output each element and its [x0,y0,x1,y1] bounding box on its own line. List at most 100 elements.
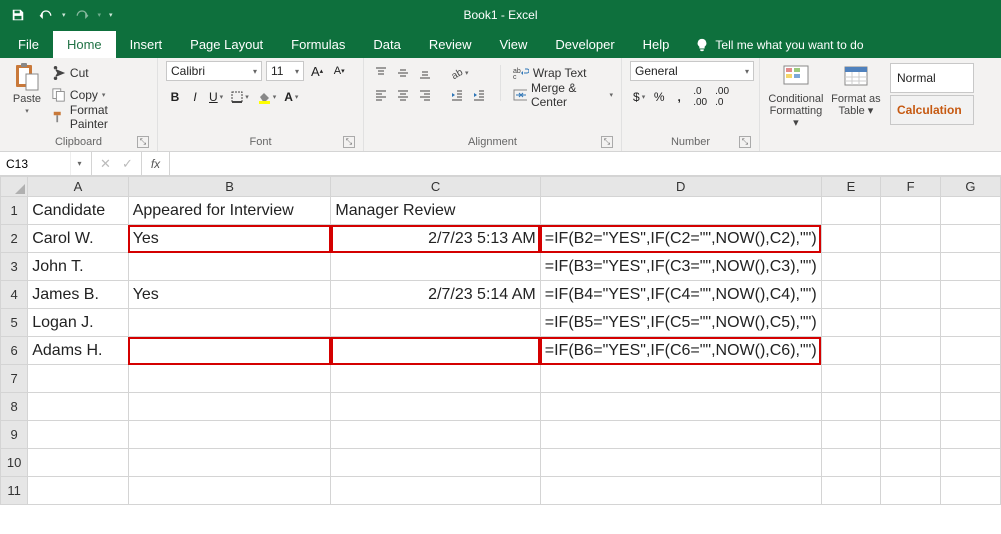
fx-icon[interactable]: fx [142,152,170,175]
cell[interactable] [881,309,940,337]
tab-file[interactable]: File [4,31,53,58]
cell[interactable]: 2/7/23 5:14 AM [331,281,540,309]
tab-help[interactable]: Help [629,31,684,58]
accounting-format-button[interactable]: $ [630,87,648,107]
cell[interactable] [28,393,128,421]
column-header[interactable]: E [821,177,881,197]
enter-formula-button[interactable]: ✓ [117,156,139,172]
cell[interactable] [28,477,128,505]
cell[interactable] [331,393,540,421]
cell[interactable] [821,309,881,337]
increase-font-button[interactable]: A▴ [308,61,326,81]
cell[interactable] [940,281,1000,309]
font-name-combo[interactable]: Calibri▾ [166,61,262,81]
cell[interactable]: Logan J. [28,309,128,337]
cell[interactable] [881,449,940,477]
dialog-launcher-icon[interactable]: ⤡ [343,136,355,148]
align-center-button[interactable] [394,85,412,105]
dialog-launcher-icon[interactable]: ⤡ [739,136,751,148]
undo-dropdown-icon[interactable]: ▾ [62,11,66,19]
dialog-launcher-icon[interactable]: ⤡ [601,136,613,148]
cell[interactable] [540,421,821,449]
cell[interactable] [331,449,540,477]
row-header[interactable]: 11 [1,477,28,505]
row-header[interactable]: 1 [1,197,28,225]
save-button[interactable] [6,4,30,26]
format-as-table-button[interactable]: Format as Table ▾ [830,61,882,129]
cell[interactable] [881,421,940,449]
cell[interactable] [28,365,128,393]
row-header[interactable]: 6 [1,337,28,365]
decrease-decimal-button[interactable]: .00.0 [712,87,732,107]
chevron-down-icon[interactable]: ▾ [70,152,88,175]
style-normal[interactable]: Normal [890,63,974,93]
style-calculation[interactable]: Calculation [890,95,974,125]
cell[interactable] [940,393,1000,421]
column-header[interactable]: G [940,177,1000,197]
increase-decimal-button[interactable]: .0.00 [690,87,710,107]
cell[interactable]: Yes [128,225,331,253]
row-header[interactable]: 2 [1,225,28,253]
cell[interactable] [331,337,540,365]
cell[interactable] [540,477,821,505]
redo-button[interactable] [70,4,94,26]
name-box[interactable]: ▾ [0,152,92,175]
cell[interactable] [128,421,331,449]
percent-format-button[interactable]: % [650,87,668,107]
worksheet-grid[interactable]: ABCDEFG 1CandidateAppeared for Interview… [0,176,1001,505]
tab-insert[interactable]: Insert [116,31,177,58]
cell[interactable]: Candidate [28,197,128,225]
cell[interactable] [821,449,881,477]
cell[interactable] [821,337,881,365]
number-format-combo[interactable]: General▾ [630,61,754,81]
tab-home[interactable]: Home [53,31,116,58]
cell[interactable] [540,449,821,477]
cell[interactable] [128,253,331,281]
cell[interactable] [881,393,940,421]
dialog-launcher-icon[interactable]: ⤡ [137,136,149,148]
cell[interactable]: =IF(B3="YES",IF(C3="",NOW(),C3),"") [540,253,821,281]
cell[interactable] [940,253,1000,281]
cell[interactable] [940,337,1000,365]
increase-indent-button[interactable] [470,85,488,105]
font-color-button[interactable]: A [281,87,301,107]
underline-button[interactable]: U [206,87,226,107]
cell[interactable] [881,477,940,505]
align-bottom-button[interactable] [416,63,434,83]
cell[interactable]: =IF(B5="YES",IF(C5="",NOW(),C5),"") [540,309,821,337]
tab-data[interactable]: Data [359,31,414,58]
cell[interactable] [540,393,821,421]
cell[interactable] [940,421,1000,449]
cell[interactable] [940,309,1000,337]
wrap-text-button[interactable]: abc Wrap Text [513,63,613,83]
cell[interactable] [128,477,331,505]
row-header[interactable]: 5 [1,309,28,337]
format-painter-button[interactable]: Format Painter [52,107,149,127]
cell[interactable] [331,365,540,393]
tab-review[interactable]: Review [415,31,486,58]
cell[interactable] [128,365,331,393]
row-header[interactable]: 7 [1,365,28,393]
cell[interactable] [331,421,540,449]
row-header[interactable]: 4 [1,281,28,309]
cell[interactable] [881,197,940,225]
align-top-button[interactable] [372,63,390,83]
cell[interactable] [128,393,331,421]
cell[interactable] [821,281,881,309]
cell[interactable]: James B. [28,281,128,309]
fill-color-button[interactable] [254,87,280,107]
cell[interactable]: =IF(B6="YES",IF(C6="",NOW(),C6),"") [540,337,821,365]
bold-button[interactable]: B [166,87,184,107]
font-size-combo[interactable]: 11▾ [266,61,304,81]
cell[interactable] [940,477,1000,505]
cell[interactable] [28,449,128,477]
orientation-button[interactable]: ab [448,63,472,83]
borders-button[interactable] [228,87,252,107]
copy-button[interactable]: Copy ▾ [52,85,149,105]
column-header[interactable]: B [128,177,331,197]
tell-me[interactable]: Tell me what you want to do [683,32,875,58]
paste-button[interactable]: Paste ▾ [8,61,46,127]
italic-button[interactable]: I [186,87,204,107]
conditional-formatting-button[interactable]: Conditional Formatting ▾ [768,61,824,129]
cell[interactable] [881,281,940,309]
